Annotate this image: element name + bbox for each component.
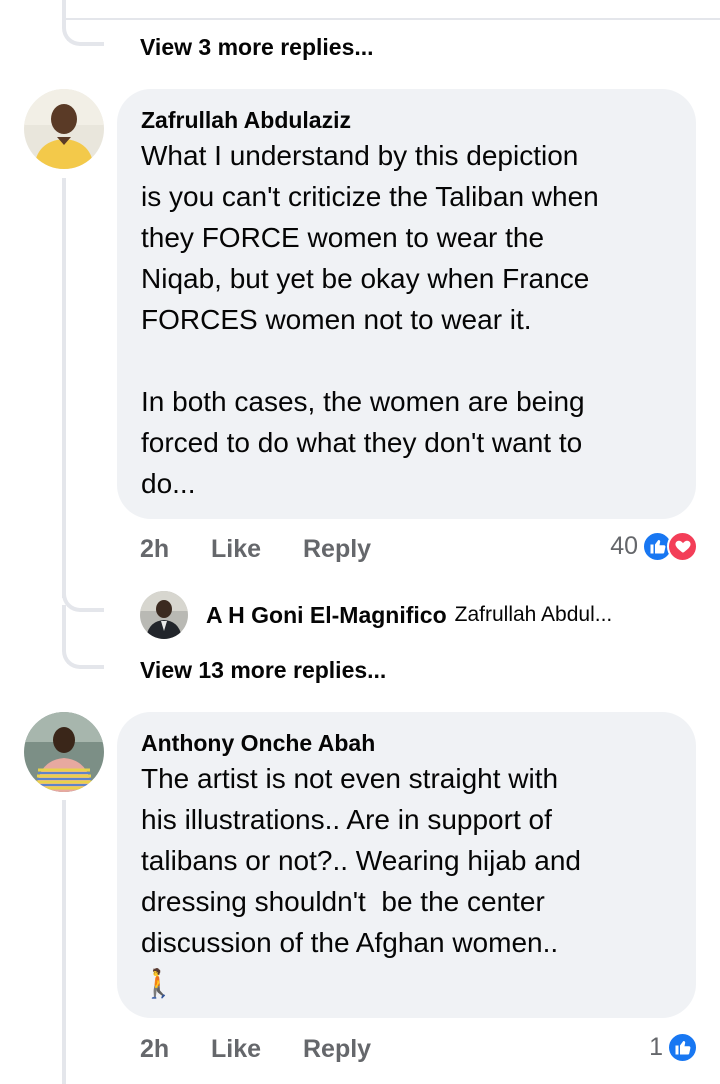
person-photo-icon [140,591,188,639]
like-icon [667,1031,698,1063]
reaction-summary[interactable]: 40 [610,530,698,562]
avatar[interactable] [140,591,188,639]
avatar[interactable] [24,89,104,169]
comment-author[interactable]: Zafrullah Abdulaziz [141,105,672,135]
comment-bubble: Anthony Onche Abah The artist is not eve… [117,712,696,1018]
thread-connector-top [62,0,104,46]
view-more-replies[interactable]: View 13 more replies... [140,657,386,684]
comment-actions: 2h Like Reply [140,1035,700,1067]
view-more-replies-top[interactable]: View 3 more replies... [140,34,374,61]
like-button[interactable]: Like [211,1035,261,1064]
reply-preview[interactable]: A H Goni El-Magnifico Zafrullah Abdul... [140,590,612,640]
reply-author[interactable]: A H Goni El-Magnifico [206,602,447,629]
person-photo-icon [24,89,104,169]
avatar[interactable] [24,712,104,792]
thread-line-comment-2 [62,800,66,1084]
reply-button[interactable]: Reply [303,535,371,564]
comment-bubble: Zafrullah Abdulaziz What I understand by… [117,89,696,519]
reaction-count: 40 [610,531,638,560]
reaction-summary[interactable]: 1 [649,1031,698,1063]
reply-button[interactable]: Reply [303,1035,371,1064]
comment-timestamp[interactable]: 2h [140,1035,169,1064]
person-photo-icon [24,712,104,792]
like-button[interactable]: Like [211,535,261,564]
walking-person-emoji: 🚶 [141,968,176,999]
thread-connector-view-more [62,605,104,669]
love-icon [667,530,698,562]
comment-text: The artist is not even straight with his… [141,763,581,958]
comment-author[interactable]: Anthony Onche Abah [141,728,672,758]
thread-line-comment-1 [62,178,66,598]
top-divider [64,18,720,20]
reaction-count: 1 [649,1032,663,1061]
reply-snippet: Zafrullah Abdul... [454,603,613,626]
comment-timestamp[interactable]: 2h [140,535,169,564]
comment-text: What I understand by this depiction is y… [141,140,599,499]
